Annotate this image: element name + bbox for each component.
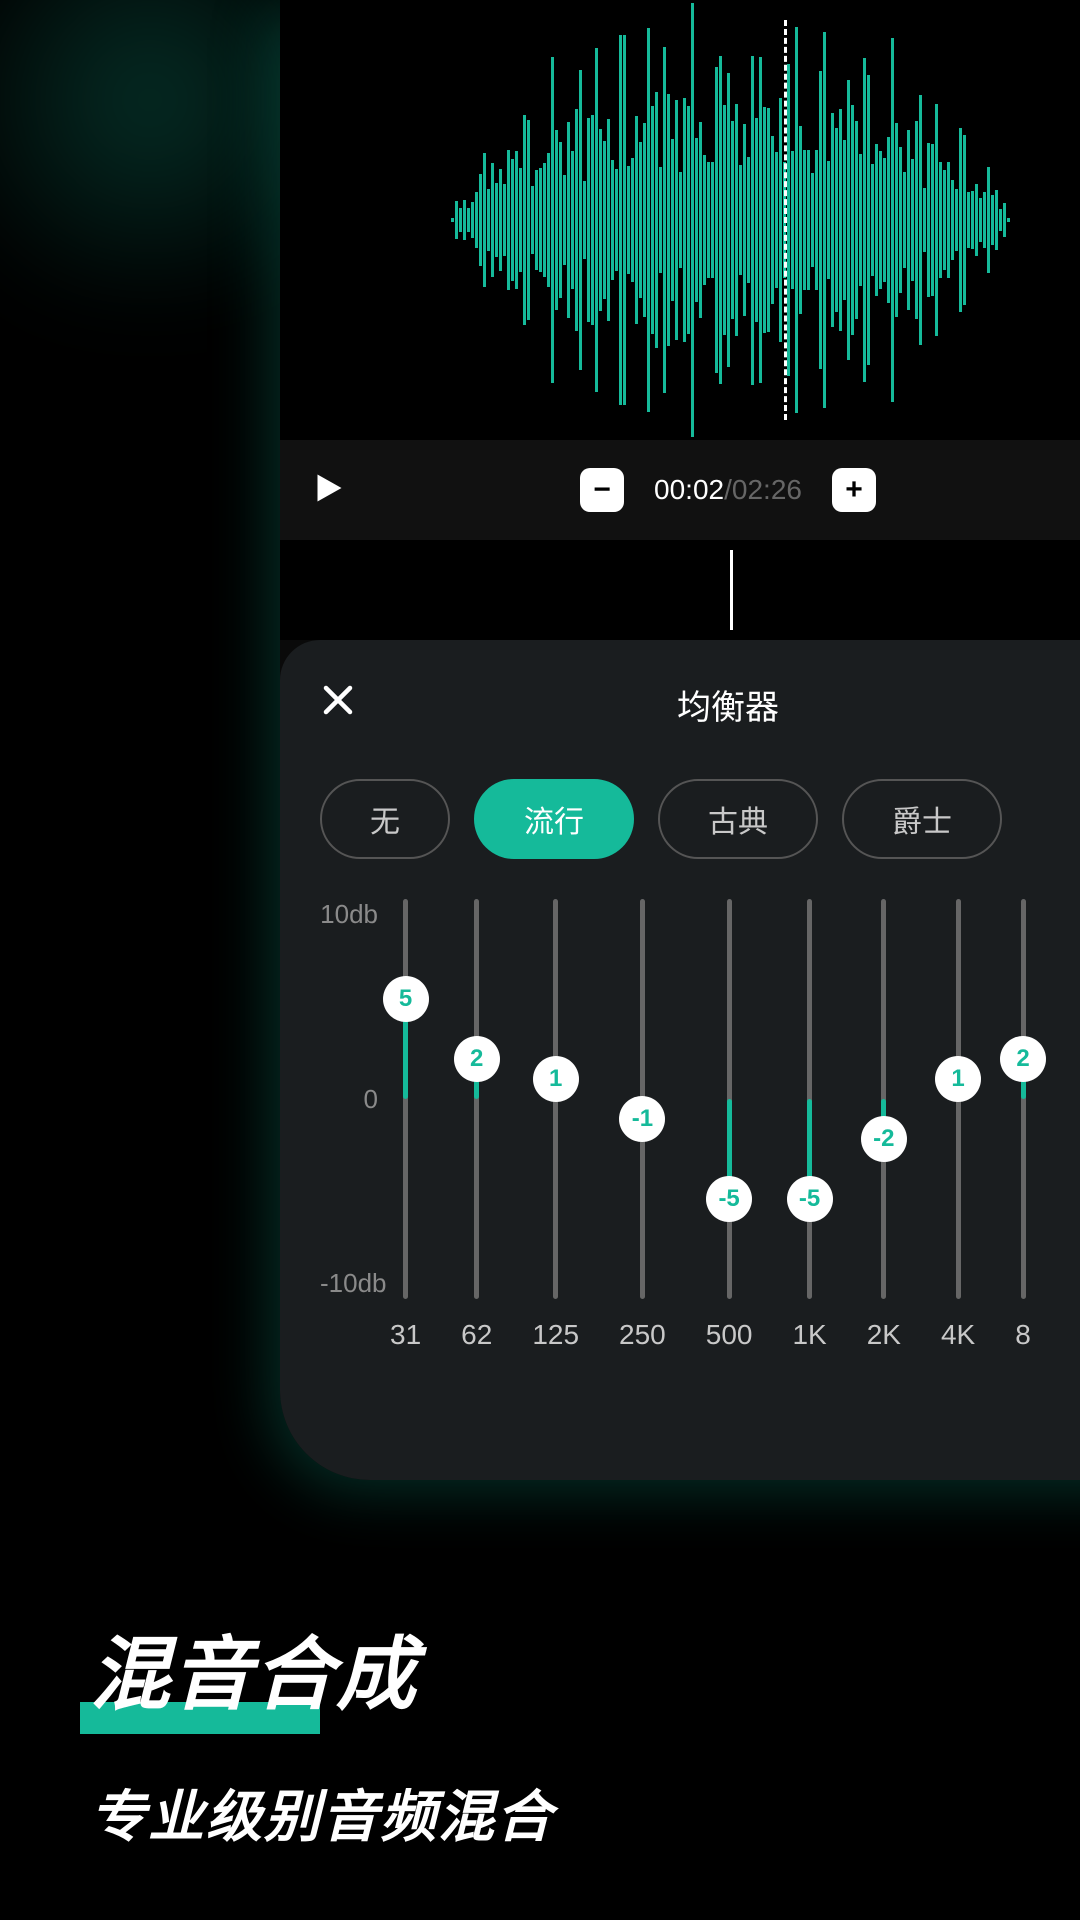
- eq-slider-8[interactable]: 28: [1015, 899, 1031, 1351]
- play-icon: [310, 470, 346, 506]
- phone-frame: − 00:02/02:26 + 均衡器 无流行古典爵士 10db 0 -10db…: [280, 0, 1080, 1480]
- play-button[interactable]: [310, 470, 346, 511]
- zoom-in-button[interactable]: +: [832, 468, 876, 512]
- eq-thumb[interactable]: 5: [383, 976, 429, 1022]
- y-mid-label: 0: [320, 1084, 378, 1115]
- preset-2[interactable]: 古典: [658, 779, 818, 859]
- freq-label: 62: [461, 1319, 492, 1351]
- eq-thumb[interactable]: -5: [706, 1176, 752, 1222]
- eq-slider-4K[interactable]: 14K: [941, 899, 975, 1351]
- eq-slider-31[interactable]: 531: [390, 899, 421, 1351]
- preset-0[interactable]: 无: [320, 779, 450, 859]
- eq-thumb[interactable]: 1: [533, 1056, 579, 1102]
- y-min-label: -10db: [320, 1268, 378, 1299]
- promo-block: 混音合成 专业级别音频混合: [90, 1610, 1040, 1853]
- freq-label: 500: [706, 1319, 753, 1351]
- close-icon: [320, 682, 356, 718]
- eq-slider-1K[interactable]: -51K: [792, 899, 826, 1351]
- eq-slider-2K[interactable]: -22K: [867, 899, 901, 1351]
- eq-thumb[interactable]: 2: [454, 1036, 500, 1082]
- transport-bar: − 00:02/02:26 +: [280, 440, 1080, 540]
- time-display: 00:02/02:26: [654, 474, 802, 506]
- freq-label: 125: [532, 1319, 579, 1351]
- freq-label: 1K: [792, 1319, 826, 1351]
- preset-1[interactable]: 流行: [474, 779, 634, 859]
- current-time: 00:02: [654, 474, 724, 505]
- close-button[interactable]: [320, 682, 356, 728]
- eq-thumb[interactable]: -2: [861, 1116, 907, 1162]
- waveform-display[interactable]: [280, 0, 1080, 440]
- promo-subtitle: 专业级别音频混合: [90, 1772, 1040, 1853]
- equalizer-panel: 均衡器 无流行古典爵士 10db 0 -10db 5312621125-1250…: [280, 640, 1080, 1480]
- equalizer-title: 均衡器: [356, 680, 1080, 729]
- freq-label: 4K: [941, 1319, 975, 1351]
- freq-label: 8: [1015, 1319, 1031, 1351]
- preset-list: 无流行古典爵士: [320, 779, 1080, 859]
- y-max-label: 10db: [320, 899, 378, 930]
- eq-thumb[interactable]: 1: [935, 1056, 981, 1102]
- eq-slider-250[interactable]: -1 250: [619, 899, 666, 1351]
- eq-y-axis: 10db 0 -10db: [320, 899, 390, 1299]
- freq-label: 31: [390, 1319, 421, 1351]
- freq-label: 250: [619, 1319, 666, 1351]
- promo-title: 混音合成: [90, 1610, 418, 1726]
- eq-sliders: 5312621125-1250-5500-51K-22K14K28: [390, 899, 1080, 1351]
- eq-slider-62[interactable]: 262: [461, 899, 492, 1351]
- playhead-indicator: [784, 20, 787, 420]
- preset-3[interactable]: 爵士: [842, 779, 1002, 859]
- freq-label: 2K: [867, 1319, 901, 1351]
- eq-slider-500[interactable]: -5 500: [706, 899, 753, 1351]
- eq-thumb[interactable]: -5: [787, 1176, 833, 1222]
- eq-slider-125[interactable]: 1 125: [532, 899, 579, 1351]
- eq-thumb[interactable]: 2: [1000, 1036, 1046, 1082]
- eq-thumb[interactable]: -1: [619, 1096, 665, 1142]
- total-time: /02:26: [724, 474, 802, 505]
- mini-waveform[interactable]: [280, 540, 1080, 640]
- zoom-out-button[interactable]: −: [580, 468, 624, 512]
